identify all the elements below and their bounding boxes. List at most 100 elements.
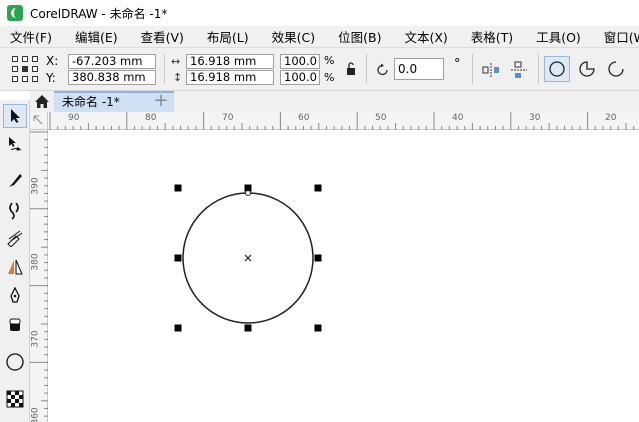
position-grid-icon[interactable] [12, 56, 38, 82]
menu-file[interactable]: 文件(F) [10, 27, 52, 46]
x-label: X: [46, 54, 59, 68]
handle-left[interactable] [174, 254, 182, 262]
handle-right[interactable] [314, 254, 322, 262]
mirror-horizontal-button[interactable] [478, 57, 504, 83]
menu-tools[interactable]: 工具(O) [536, 27, 581, 46]
window-title: CorelDRAW - 未命名 -1* [30, 6, 168, 21]
freehand-tool-icon [9, 174, 22, 187]
property-bar: X: Y: -67.203 mm 380.838 mm ↔ ↕ 16.918 m… [0, 48, 639, 91]
ruler-origin-icon [33, 115, 43, 125]
ruler-label: 30 [529, 113, 541, 123]
toolbox [0, 100, 30, 422]
menu-bar: 文件(F) 编辑(E) 查看(V) 布局(L) 效果(C) 位图(B) 文本(X… [0, 26, 639, 48]
menu-bitmaps[interactable]: 位图(B) [338, 27, 381, 46]
ruler-label: 390 [30, 177, 41, 195]
rotate-icon [377, 63, 388, 76]
height-icon: ↕ [173, 71, 183, 84]
pen-tool-icon [10, 287, 20, 303]
rotate-button[interactable] [370, 57, 396, 83]
width-field[interactable]: 16.918 mm [186, 54, 274, 69]
pie-icon [579, 61, 595, 77]
y-label: Y: [46, 71, 56, 85]
ruler-label: 40 [452, 113, 464, 123]
lock-ratio-button[interactable] [338, 56, 364, 82]
separator [164, 54, 165, 84]
ruler-label: 70 [222, 113, 234, 123]
ellipse-tool-icon [6, 353, 24, 371]
menu-view[interactable]: 查看(V) [141, 27, 184, 46]
smart-fill-icon [7, 230, 23, 247]
title-bar: CorelDRAW - 未命名 -1* [0, 0, 639, 26]
separator [538, 54, 539, 84]
ellipse-node[interactable] [245, 190, 251, 196]
pie-mode-button[interactable] [574, 56, 600, 82]
smart-fill-tool[interactable] [3, 226, 27, 250]
mirror-horizontal-icon [482, 63, 499, 77]
scale-width-field[interactable]: 100.0 [280, 54, 320, 69]
ruler-label: 370 [30, 330, 41, 348]
menu-layout[interactable]: 布局(L) [207, 27, 249, 46]
artistic-media-tool[interactable] [3, 198, 27, 222]
horizontal-ruler[interactable]: 90 80 70 60 50 40 30 20 [48, 112, 639, 130]
ellipse-icon [549, 61, 565, 77]
drawing-canvas[interactable] [48, 130, 639, 422]
separator [472, 54, 473, 84]
shape-tool[interactable] [3, 132, 27, 156]
arc-icon [608, 61, 624, 77]
freehand-tool[interactable] [3, 168, 27, 192]
separator [366, 54, 367, 84]
rotation-field[interactable]: 0.0 [394, 58, 444, 80]
pick-tool[interactable] [3, 104, 27, 128]
menu-text[interactable]: 文本(X) [404, 27, 447, 46]
pen-tool[interactable] [3, 284, 27, 308]
welcome-home-button[interactable] [32, 92, 52, 111]
handle-bottom-left[interactable] [174, 324, 182, 332]
menu-window[interactable]: 窗口(W) [604, 27, 639, 46]
coreldraw-logo-icon [7, 5, 23, 21]
ruler-label: 380 [30, 253, 41, 271]
ellipse-tool[interactable] [3, 350, 27, 374]
y-position-field[interactable]: 380.838 mm [68, 70, 156, 85]
scale-height-field[interactable]: 100.0 [280, 70, 320, 85]
mirror-tool-icon [8, 259, 23, 275]
mirror-tool[interactable] [3, 255, 27, 279]
document-tab-bar: 未命名 -1* + [30, 91, 639, 112]
pick-tool-icon [11, 109, 20, 123]
x-position-field[interactable]: -67.203 mm [68, 54, 156, 69]
artistic-media-icon [9, 202, 19, 220]
handle-bottom[interactable] [244, 324, 252, 332]
center-marker-icon [244, 254, 252, 262]
pattern-tool-icon [6, 390, 24, 408]
vertical-ruler[interactable]: 390 380 370 360 [30, 130, 48, 422]
ruler-label: 80 [145, 113, 157, 123]
degree-label: ° [454, 57, 461, 72]
handle-bottom-right[interactable] [314, 324, 322, 332]
canvas-drawing [174, 184, 322, 332]
width-icon: ↔ [171, 55, 181, 68]
horizontal-ruler-ticks [49, 112, 635, 130]
menu-effects[interactable]: 效果(C) [272, 27, 315, 46]
percent-label: % [324, 54, 335, 67]
height-field[interactable]: 16.918 mm [186, 70, 274, 85]
mirror-vertical-button[interactable] [506, 57, 532, 83]
ellipse-mode-button[interactable] [544, 56, 570, 82]
handle-top-left[interactable] [174, 184, 182, 192]
home-icon [35, 95, 49, 108]
handle-top-right[interactable] [314, 184, 322, 192]
percent-label: % [324, 71, 335, 84]
arc-mode-button[interactable] [603, 56, 629, 82]
menu-edit[interactable]: 编辑(E) [75, 27, 118, 46]
ruler-origin[interactable] [30, 112, 48, 130]
ruler-label: 90 [68, 113, 80, 123]
lock-ratio-icon [347, 62, 355, 75]
pattern-tool[interactable] [3, 387, 27, 411]
vertical-ruler-ticks [30, 131, 48, 417]
ruler-label: 20 [605, 113, 617, 123]
ruler-label: 360 [30, 407, 41, 422]
menu-table[interactable]: 表格(T) [471, 27, 513, 46]
eraser-tool[interactable] [3, 313, 27, 337]
eraser-tool-icon [9, 318, 21, 331]
add-tab-button[interactable]: + [150, 91, 172, 112]
mirror-vertical-icon [511, 61, 527, 78]
ruler-label: 50 [375, 113, 387, 123]
